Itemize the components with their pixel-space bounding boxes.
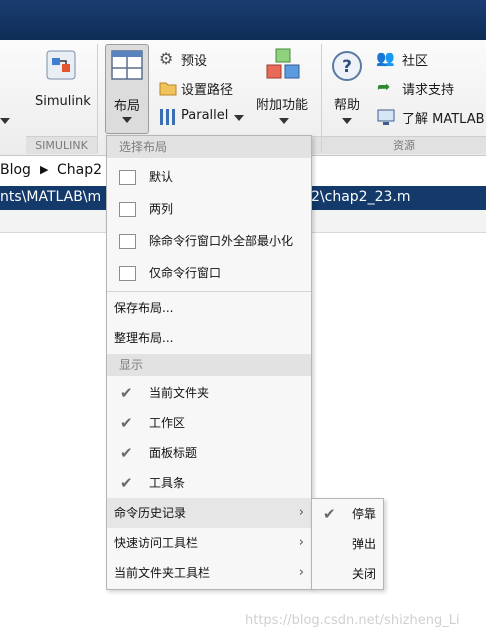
set-path-button[interactable]: 设置路径 [157,78,252,100]
layout-menu: 选择布局 默认 两列 除命令行窗口外全部最小化 仅命令行窗口 保存布局... 整… [106,135,312,590]
submenu-item-close[interactable]: 关闭 [312,559,383,589]
menu-item-layout-two-column[interactable]: 两列 [107,194,311,224]
help-button[interactable]: ? 帮助 [328,46,368,132]
folder-icon [159,82,177,96]
submenu-item-dock[interactable]: ✔ 停靠 [312,499,383,529]
layout-label: 布局 [114,99,141,114]
window-title-bar [0,0,486,40]
learn-matlab-label: 了解 MATLAB [402,112,485,127]
section-label-resources: 资源 [322,136,486,154]
chevron-right-icon: › [298,535,304,550]
path-text-right: 2\chap2_23.m [311,189,411,205]
set-path-label: 设置路径 [181,83,234,98]
arrow-right-icon: ➦ [377,77,391,96]
menu-item-label: 仅命令行窗口 [149,266,222,280]
menu-item-organize-layout[interactable]: 整理布局... [107,323,311,353]
menu-item-layout-default[interactable]: 默认 [107,162,311,192]
submenu-item-label: 弹出 [352,537,377,551]
learn-matlab-button[interactable]: 了解 MATLAB [376,107,486,129]
parallel-icon [160,109,175,125]
check-icon: ✔ [120,384,133,402]
menu-item-label: 面板标题 [149,446,198,460]
menu-item-save-layout[interactable]: 保存布局... [107,293,311,323]
layout-grid-icon [111,50,143,80]
menu-item-label: 工作区 [149,416,186,430]
menu-item-label: 工具条 [149,476,186,490]
breadcrumb-item-chap2[interactable]: Chap2 [57,162,102,178]
menu-header-show: 显示 [107,354,311,376]
menu-item-command-history[interactable]: 命令历史记录 › [107,498,311,528]
section-label-environment [311,136,321,154]
submenu-item-label: 关闭 [352,567,377,581]
request-support-label: 请求支持 [402,83,455,98]
section-label-simulink: SIMULINK [26,136,97,154]
parallel-label: Parallel [181,108,229,123]
chevron-down-icon [234,115,244,121]
addons-label: 附加功能 [256,98,309,113]
community-users-icon: 👥 [376,49,395,67]
layout-default-icon [119,170,136,185]
menu-item-layout-command-only[interactable]: 仅命令行窗口 [107,258,311,288]
community-button[interactable]: 👥 社区 [376,49,476,71]
request-support-button[interactable]: ➦ 请求支持 [376,77,481,100]
menu-item-label: 两列 [149,202,174,216]
menu-header-select-layout: 选择布局 [107,136,311,158]
check-icon: ✔ [120,474,133,492]
command-history-submenu: ✔ 停靠 弹出 关闭 [311,498,384,590]
help-label: 帮助 [334,98,361,113]
menu-item-layout-minimize-all[interactable]: 除命令行窗口外全部最小化 [107,226,311,256]
preferences-label: 预设 [181,54,208,69]
menu-item-current-folder[interactable]: ✔ 当前文件夹 [107,378,311,408]
menu-item-label: 默认 [149,170,174,184]
menu-item-quick-access-toolbar[interactable]: 快速访问工具栏 › [107,528,311,558]
menu-item-label: 当前文件夹工具栏 [114,566,211,580]
submenu-item-undock[interactable]: 弹出 [312,529,383,559]
chevron-down-icon [279,118,289,124]
breadcrumb-item-blog[interactable]: Blog [0,162,31,178]
layout-two-column-icon [119,202,136,217]
menu-item-current-folder-toolbar[interactable]: 当前文件夹工具栏 › [107,558,311,588]
menu-item-workspace[interactable]: ✔ 工作区 [107,408,311,438]
community-label: 社区 [402,54,429,69]
menu-item-label: 整理布局... [114,331,174,345]
chevron-down-icon [122,117,132,123]
check-icon: ✔ [323,505,336,523]
simulink-button[interactable]: Simulink [30,46,94,132]
menu-separator [107,291,311,292]
divider [97,44,98,153]
check-icon: ✔ [120,444,133,462]
path-text-left: nts\MATLAB\m [0,189,102,205]
chevron-down-icon[interactable] [0,118,10,124]
monitor-icon [377,109,395,125]
chevron-right-icon: › [298,565,304,580]
parallel-button[interactable]: Parallel [157,107,252,129]
simulink-icon [46,50,76,80]
check-icon: ✔ [120,414,133,432]
layout-button[interactable]: 布局 [105,44,149,134]
menu-item-label: 保存布局... [114,301,174,315]
menu-item-label: 命令历史记录 [114,506,187,520]
svg-text:?: ? [342,57,352,77]
watermark-text: https://blog.csdn.net/shizheng_Li [245,613,460,628]
gear-icon: ⚙ [159,49,174,68]
simulink-label: Simulink [35,94,91,109]
breadcrumb-separator-icon: ▶ [40,163,49,176]
menu-item-label: 除命令行窗口外全部最小化 [149,234,294,248]
layout-command-icon [119,266,136,281]
chevron-right-icon: › [298,505,304,520]
addons-cubes-icon [266,48,300,79]
addons-button[interactable]: 附加功能 [254,46,314,132]
menu-item-panel-titles[interactable]: ✔ 面板标题 [107,438,311,468]
preferences-button[interactable]: ⚙ 预设 [157,49,247,71]
submenu-item-label: 停靠 [352,507,377,521]
chevron-down-icon [342,118,352,124]
menu-item-label: 当前文件夹 [149,386,210,400]
menu-item-label: 快速访问工具栏 [114,536,199,550]
layout-minimize-icon [119,234,136,249]
help-icon: ? [332,51,362,81]
menu-item-toolstrip[interactable]: ✔ 工具条 [107,468,311,498]
